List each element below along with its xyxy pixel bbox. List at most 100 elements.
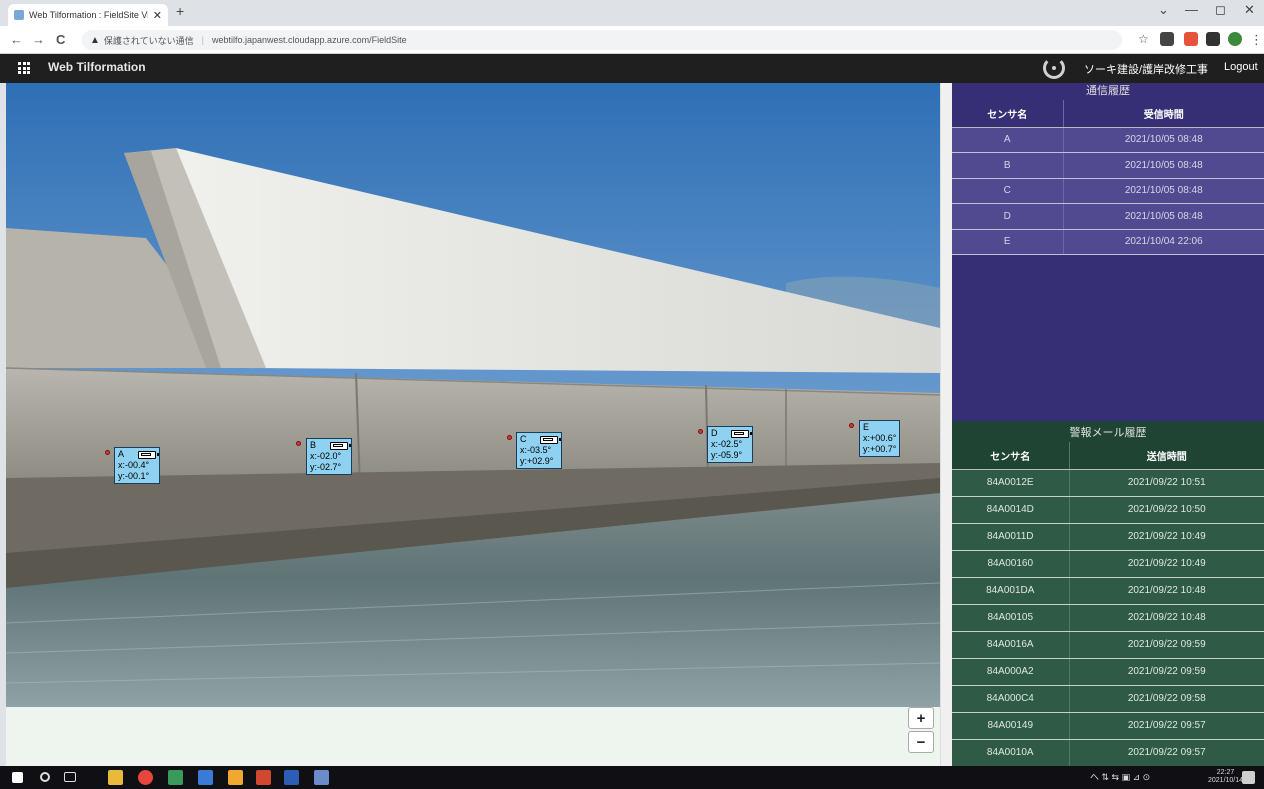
cell-sensor: A	[952, 127, 1064, 153]
task-view-icon[interactable]	[64, 772, 76, 782]
table-row[interactable]: D 2021/10/05 08:48	[952, 203, 1264, 230]
sensor-d-marker[interactable]	[698, 429, 703, 434]
back-icon[interactable]: ←	[10, 32, 23, 47]
sensor-name: D	[711, 428, 718, 438]
sensor-b-marker[interactable]	[296, 441, 301, 446]
sensor-c-marker[interactable]	[507, 435, 512, 440]
file-explorer-icon[interactable]	[108, 770, 123, 785]
comm-history-table: センサ名 受信時間 A 2021/10/05 08:48 B 2021/10/05 0…	[952, 100, 1264, 255]
sensor-y-value: y:+00.7°	[863, 444, 897, 454]
zoom-in-button[interactable]: +	[908, 707, 934, 729]
tab-title: Web Tilformation : FieldSite View	[29, 10, 148, 20]
system-tray[interactable]: へ ⇅ ⇆ ▣ ⊿ ⊙	[1090, 770, 1150, 783]
table-header-row: センサ名 送信時間	[952, 442, 1264, 470]
restore-icon[interactable]: —	[1185, 2, 1198, 17]
windows-start-icon[interactable]	[12, 772, 23, 783]
browser-tab[interactable]: Web Tilformation : FieldSite View ✕	[8, 4, 168, 26]
cell-time: 2021/10/05 08:48	[1063, 152, 1264, 179]
logout-link[interactable]: Logout	[1224, 61, 1258, 73]
vertical-scrollbar[interactable]	[940, 83, 952, 766]
sensor-a-label[interactable]: A x:-00.4° y:-00.1°	[114, 447, 160, 484]
battery-icon	[330, 441, 351, 450]
field-site-photo[interactable]: A x:-00.4° y:-00.1° B x:-02.0° y:-02.7° …	[6, 83, 940, 707]
search-icon[interactable]	[40, 772, 50, 782]
app-icon[interactable]	[228, 770, 243, 785]
table-header-row: センサ名 受信時間	[952, 100, 1264, 128]
app-icon[interactable]	[168, 770, 183, 785]
extension-puzzle-icon[interactable]	[1184, 32, 1198, 46]
table-row[interactable]: 84A00105 2021/09/22 10:48	[952, 604, 1264, 632]
comm-history-title: 通信履歴	[1086, 85, 1130, 97]
minimize-icon[interactable]: ⌄	[1158, 2, 1169, 18]
cell-time: 2021/09/22 10:48	[1069, 604, 1264, 632]
sensor-a-marker[interactable]	[105, 450, 110, 455]
cell-time: 2021/09/22 09:57	[1069, 712, 1264, 740]
table-row[interactable]: 84A0016A 2021/09/22 09:59	[952, 631, 1264, 659]
new-tab-button[interactable]: +	[176, 3, 184, 19]
col-time-header: 送信時間	[1069, 442, 1264, 470]
table-row[interactable]: C 2021/10/05 08:48	[952, 178, 1264, 204]
extension-icon[interactable]	[1160, 32, 1174, 46]
app-icon[interactable]	[314, 770, 329, 785]
clock-time: 22:27	[1216, 769, 1235, 776]
maximize-icon[interactable]: ◻	[1215, 2, 1226, 18]
os-taskbar: へ ⇅ ⇆ ▣ ⊿ ⊙ 22:27 2021/10/14	[0, 766, 1264, 789]
sensor-b-label[interactable]: B x:-02.0° y:-02.7°	[306, 438, 352, 475]
cell-sensor: 84A000C4	[952, 685, 1070, 713]
battery-icon	[138, 450, 159, 459]
table-row[interactable]: B 2021/10/05 08:48	[952, 152, 1264, 179]
powerpoint-icon[interactable]	[256, 770, 271, 785]
table-row[interactable]: 84A00160 2021/09/22 10:49	[952, 550, 1264, 578]
table-row[interactable]: 84A0010A 2021/09/22 09:57	[952, 739, 1264, 767]
table-row[interactable]: 84A0011D 2021/09/22 10:49	[952, 523, 1264, 551]
sensor-name: C	[520, 434, 527, 444]
table-row[interactable]: E 2021/10/04 22:06	[952, 229, 1264, 255]
app-launcher-icon[interactable]	[18, 62, 30, 74]
sensor-y-value: y:-00.1°	[118, 471, 150, 481]
word-icon[interactable]	[284, 770, 299, 785]
warning-icon: ▲	[90, 34, 100, 46]
sensor-x-value: x:-02.5°	[711, 439, 743, 449]
cell-sensor: B	[952, 152, 1064, 179]
reload-icon[interactable]: C	[56, 32, 65, 47]
extensions-menu-icon[interactable]	[1206, 32, 1220, 46]
profile-avatar[interactable]	[1228, 32, 1242, 46]
url-input[interactable]: ▲ 保護されていない通信 | webtilfo.japanwest.clouda…	[82, 30, 1122, 50]
sensor-d-label[interactable]: D x:-02.5° y:-05.9°	[707, 426, 753, 463]
alert-history-table: センサ名 送信時間 84A0012E 2021/09/22 10:51 84A001…	[952, 442, 1264, 767]
sensor-e-marker[interactable]	[849, 423, 854, 428]
taskbar-clock[interactable]: 22:27 2021/10/14	[1208, 769, 1243, 785]
table-row[interactable]: 84A001DA 2021/09/22 10:48	[952, 577, 1264, 605]
bookmark-star-icon[interactable]: ☆	[1138, 32, 1149, 46]
seawall-illustration	[6, 83, 940, 707]
browser-menu-icon[interactable]: ⋮	[1250, 32, 1263, 48]
cell-time: 2021/10/05 08:48	[1063, 127, 1264, 153]
address-bar: ← → C ▲ 保護されていない通信 | webtilfo.japanwest.…	[0, 26, 1264, 54]
table-row[interactable]: 84A00149 2021/09/22 09:57	[952, 712, 1264, 740]
zoom-out-button[interactable]: −	[908, 731, 934, 753]
window-close-icon[interactable]: ✕	[1244, 2, 1255, 18]
cell-time: 2021/10/05 08:48	[1063, 203, 1264, 230]
sensor-x-value: x:-00.4°	[118, 460, 150, 470]
table-row[interactable]: 84A0012E 2021/09/22 10:51	[952, 469, 1264, 497]
table-row[interactable]: A 2021/10/05 08:48	[952, 127, 1264, 153]
sensor-e-label[interactable]: E x:+00.6° y:+00.7°	[859, 420, 901, 457]
security-status: 保護されていない通信	[103, 35, 194, 46]
comm-history-panel: 通信履歴 センサ名 受信時間 A 2021/10/05 08:48 B 2021/10…	[952, 83, 1264, 421]
cell-time: 2021/09/22 10:51	[1069, 469, 1264, 497]
app-icon[interactable]	[198, 770, 213, 785]
notification-icon[interactable]	[1242, 771, 1255, 784]
table-row[interactable]: 84A0014D 2021/09/22 10:50	[952, 496, 1264, 524]
tab-close-icon[interactable]: ✕	[153, 9, 162, 22]
battery-icon	[731, 429, 752, 438]
sensor-name: E	[863, 422, 870, 432]
cell-time: 2021/09/22 10:49	[1069, 523, 1264, 551]
table-row[interactable]: 84A000A2 2021/09/22 09:59	[952, 658, 1264, 686]
table-row[interactable]: 84A000C4 2021/09/22 09:58	[952, 685, 1264, 713]
sensor-c-label[interactable]: C x:-03.5° y:+02.9°	[516, 432, 562, 469]
forward-icon[interactable]: →	[32, 32, 45, 47]
cell-sensor: 84A0016A	[952, 631, 1070, 659]
col-time-header: 受信時間	[1063, 100, 1264, 128]
chrome-icon[interactable]	[138, 770, 153, 785]
site-name: ソーキ建設/護岸改修工事	[1084, 64, 1209, 76]
